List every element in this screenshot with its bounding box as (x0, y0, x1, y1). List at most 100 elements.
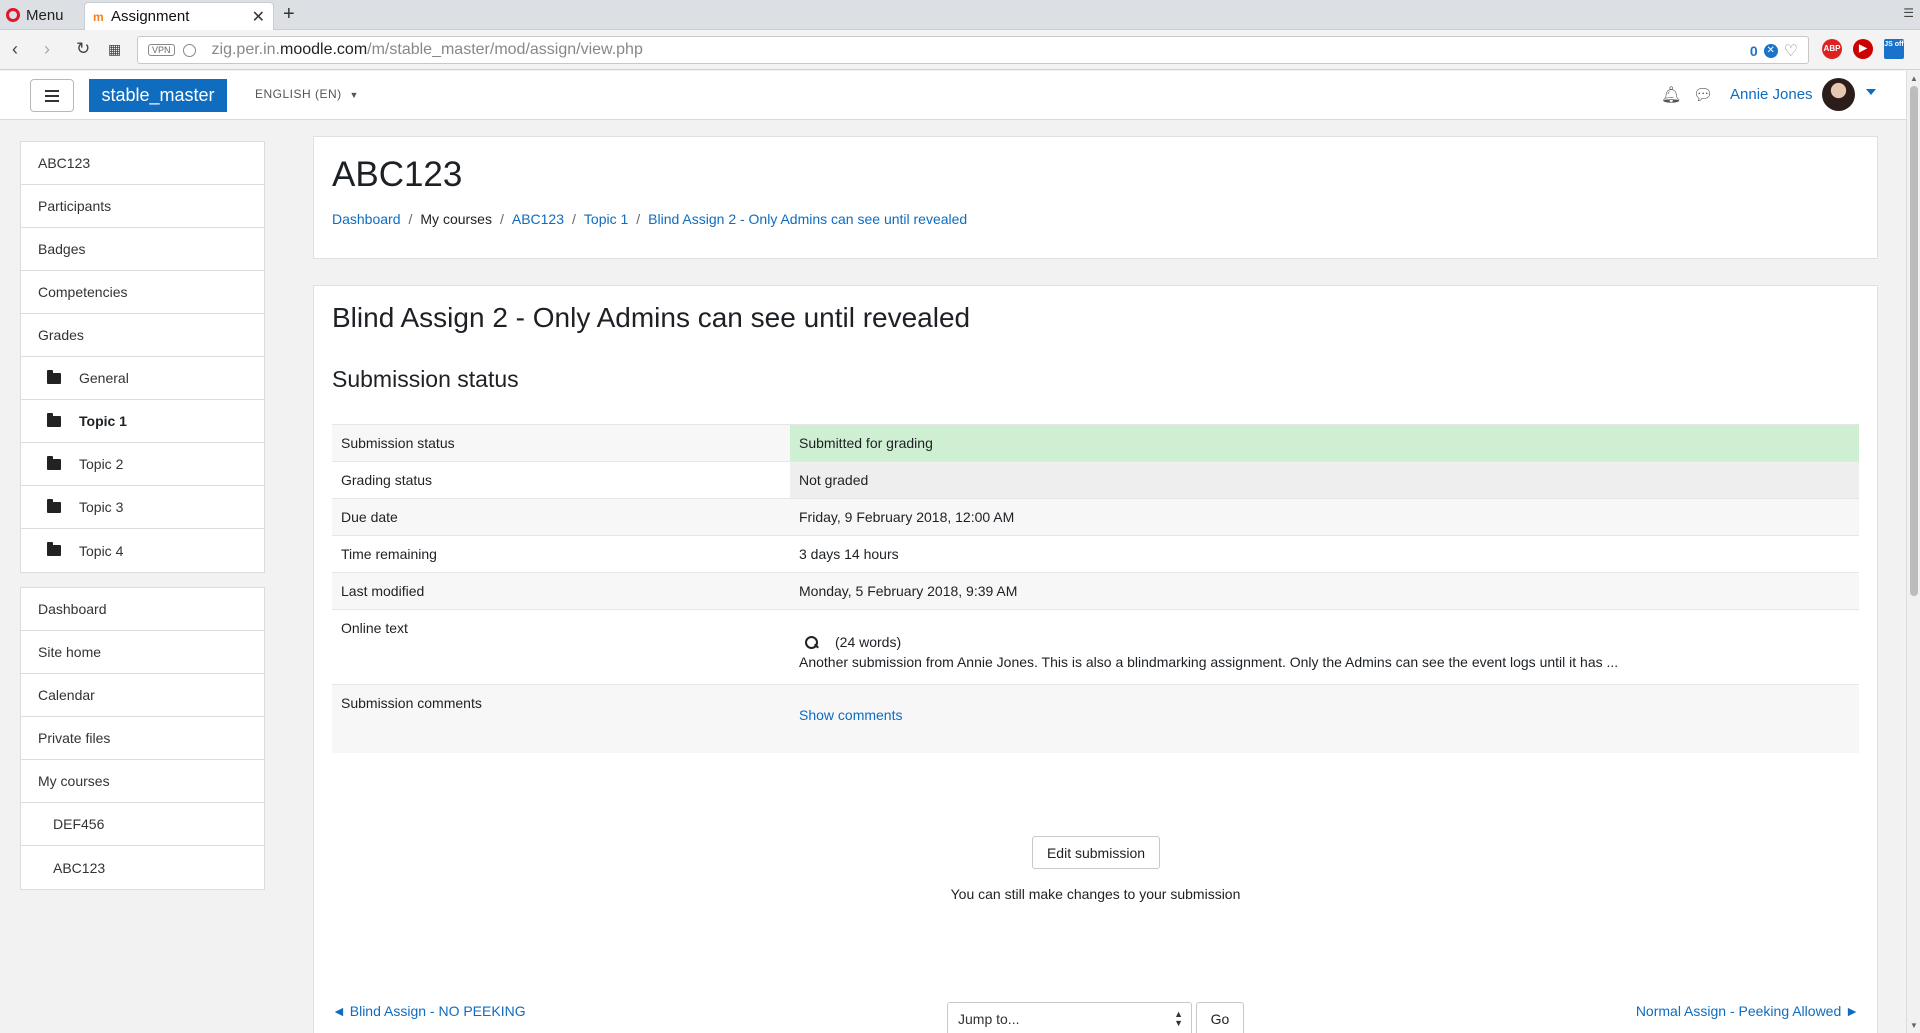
breadcrumb-item-course[interactable]: ABC123 (512, 211, 564, 227)
nav-item-course[interactable]: ABC123 (21, 142, 264, 185)
nav-item-course-abc123[interactable]: ABC123 (21, 846, 264, 889)
nav-item-badges[interactable]: Badges (21, 228, 264, 271)
hamburger-line (45, 99, 59, 102)
url-field[interactable]: VPN zig.per.in.moodle.com/m/stable_maste… (137, 36, 1809, 64)
language-label: ENGLISH (EN) (255, 87, 342, 101)
site-brand-link[interactable]: stable_master (89, 79, 227, 112)
folder-icon (47, 455, 61, 470)
moodle-favicon-icon: m (93, 9, 104, 24)
scroll-thumb[interactable] (1910, 86, 1918, 596)
next-activity-link[interactable]: Normal Assign - Peeking Allowed ► (1636, 1003, 1859, 1019)
nav-item-my-courses[interactable]: My courses (21, 760, 264, 803)
video-extension-icon[interactable]: ▶ (1853, 39, 1873, 59)
jump-to-select[interactable]: Jump to... ▲ ▼ (947, 1002, 1192, 1033)
breadcrumb: Dashboard / My courses / ABC123 / Topic … (332, 211, 967, 227)
zoom-in-icon[interactable] (805, 636, 819, 650)
vpn-badge[interactable]: VPN (148, 44, 175, 56)
opera-logo-icon (6, 8, 20, 22)
online-text-summary: (24 words) (799, 634, 1850, 650)
adblock-plus-icon[interactable]: ABP (1822, 39, 1842, 59)
reload-icon[interactable]: ↻ (76, 39, 90, 59)
forward-icon[interactable]: › (44, 39, 50, 60)
grading-status-value: Not graded (790, 461, 1859, 499)
nav-item-grades[interactable]: Grades (21, 314, 264, 357)
drawer-toggle-button[interactable] (30, 79, 74, 112)
nav-item-section-general[interactable]: General (21, 357, 264, 400)
breadcrumb-item-dashboard[interactable]: Dashboard (332, 211, 401, 227)
tab-menu-icon[interactable]: ☰ (1903, 6, 1914, 20)
breadcrumb-separator: / (636, 211, 641, 227)
breadcrumb-item-topic[interactable]: Topic 1 (584, 211, 628, 227)
nav-item-label: ABC123 (38, 155, 91, 171)
nav-item-dashboard[interactable]: Dashboard (21, 588, 264, 631)
edit-submission-note: You can still make changes to your submi… (950, 886, 1241, 902)
row-label: Last modified (341, 583, 425, 599)
nav-item-participants[interactable]: Participants (21, 185, 264, 228)
notifications-bell-icon[interactable]: 🔔︎ (1661, 85, 1681, 105)
assignment-main: Blind Assign 2 - Only Admins can see unt… (313, 285, 1878, 1033)
nav-item-label: My courses (38, 773, 110, 789)
row-label: Grading status (341, 472, 433, 488)
breadcrumb-item-my-courses: My courses (420, 211, 492, 227)
tab-close-icon[interactable]: ✕ (252, 7, 265, 27)
online-text-preview: Another submission from Annie Jones. Thi… (799, 654, 1619, 671)
nav-item-section-topic-2[interactable]: Topic 2 (21, 443, 264, 486)
row-label: Time remaining (341, 546, 437, 562)
table-row: Due date Friday, 9 February 2018, 12:00 … (332, 498, 1859, 536)
url-actions: 0 ✕ ♡ (1750, 41, 1798, 61)
browser-menu-button[interactable]: Menu (6, 5, 64, 25)
due-date-value: Friday, 9 February 2018, 12:00 AM (799, 509, 1015, 525)
nav-item-label: Grades (38, 327, 84, 343)
table-row: Online text (24 words) Another submissio… (332, 609, 1859, 685)
nav-item-label: Site home (38, 644, 102, 660)
row-label: Submission status (341, 435, 455, 451)
blocked-count: 0 (1749, 43, 1758, 59)
submission-status-table: Submission status Submitted for grading … (332, 424, 1859, 753)
url-text[interactable]: zig.per.in.moodle.com/m/stable_master/mo… (212, 41, 643, 59)
nav-item-label: Topic 2 (79, 456, 124, 472)
nav-item-course-def456[interactable]: DEF456 (21, 803, 264, 846)
user-menu-name[interactable]: Annie Jones (1730, 86, 1813, 103)
browser-address-bar: ‹ › ↻ ▦ VPN zig.per.in.moodle.com/m/stab… (0, 30, 1920, 70)
nav-item-label: Calendar (38, 687, 95, 703)
messages-chat-icon[interactable]: 💬︎ (1693, 85, 1713, 105)
js-toggle-icon[interactable]: JS off (1884, 39, 1904, 59)
breadcrumb-item-assignment[interactable]: Blind Assign 2 - Only Admins can see unt… (648, 211, 967, 227)
table-row: Submission status Submitted for grading (332, 424, 1859, 462)
new-tab-icon[interactable]: + (283, 3, 295, 26)
language-menu[interactable]: ENGLISH (EN) ▼ (255, 87, 359, 101)
nav-item-competencies[interactable]: Competencies (21, 271, 264, 314)
speed-dial-icon[interactable]: ▦ (108, 41, 121, 58)
nav-item-private-files[interactable]: Private files (21, 717, 264, 760)
show-comments-link[interactable]: Show comments (799, 707, 1850, 723)
jump-to-label: Jump to... (958, 1011, 1020, 1027)
bookmark-heart-icon[interactable]: ♡ (1784, 41, 1798, 61)
url-path: /m/stable_master/mod/assign/view.php (367, 41, 643, 58)
select-arrows-icon: ▲ ▼ (1174, 1009, 1183, 1028)
nav-item-section-topic-3[interactable]: Topic 3 (21, 486, 264, 529)
edit-submission-button[interactable]: Edit submission (1032, 836, 1160, 869)
page-scrollbar[interactable]: ▲ ▼ (1906, 71, 1920, 1033)
nav-item-section-topic-4[interactable]: Topic 4 (21, 529, 264, 572)
ad-block-icon[interactable]: ✕ (1763, 44, 1778, 58)
user-menu-caret-icon[interactable] (1866, 89, 1876, 95)
tab-title: Assignment (111, 8, 190, 25)
row-label: Online text (341, 620, 408, 636)
go-button[interactable]: Go (1196, 1002, 1244, 1033)
row-label: Due date (341, 509, 398, 525)
nav-item-label: DEF456 (53, 816, 105, 832)
nav-item-site-home[interactable]: Site home (21, 631, 264, 674)
nav-item-calendar[interactable]: Calendar (21, 674, 264, 717)
url-domain: moodle.com (280, 41, 368, 58)
scroll-up-icon[interactable]: ▲ (1910, 74, 1918, 83)
table-row: Submission comments Show comments (332, 684, 1859, 753)
previous-activity-link[interactable]: ◄ Blind Assign - NO PEEKING (332, 1003, 526, 1019)
page-header: ABC123 Dashboard / My courses / ABC123 /… (313, 136, 1878, 259)
back-icon[interactable]: ‹ (12, 39, 18, 60)
nav-item-section-topic-1[interactable]: Topic 1 (21, 400, 264, 443)
breadcrumb-separator: / (572, 211, 576, 227)
user-avatar[interactable] (1822, 78, 1855, 111)
chevron-down-icon: ▼ (349, 90, 359, 100)
scroll-down-icon[interactable]: ▼ (1910, 1021, 1918, 1030)
browser-tab-assignment[interactable]: m Assignment ✕ (84, 2, 274, 30)
